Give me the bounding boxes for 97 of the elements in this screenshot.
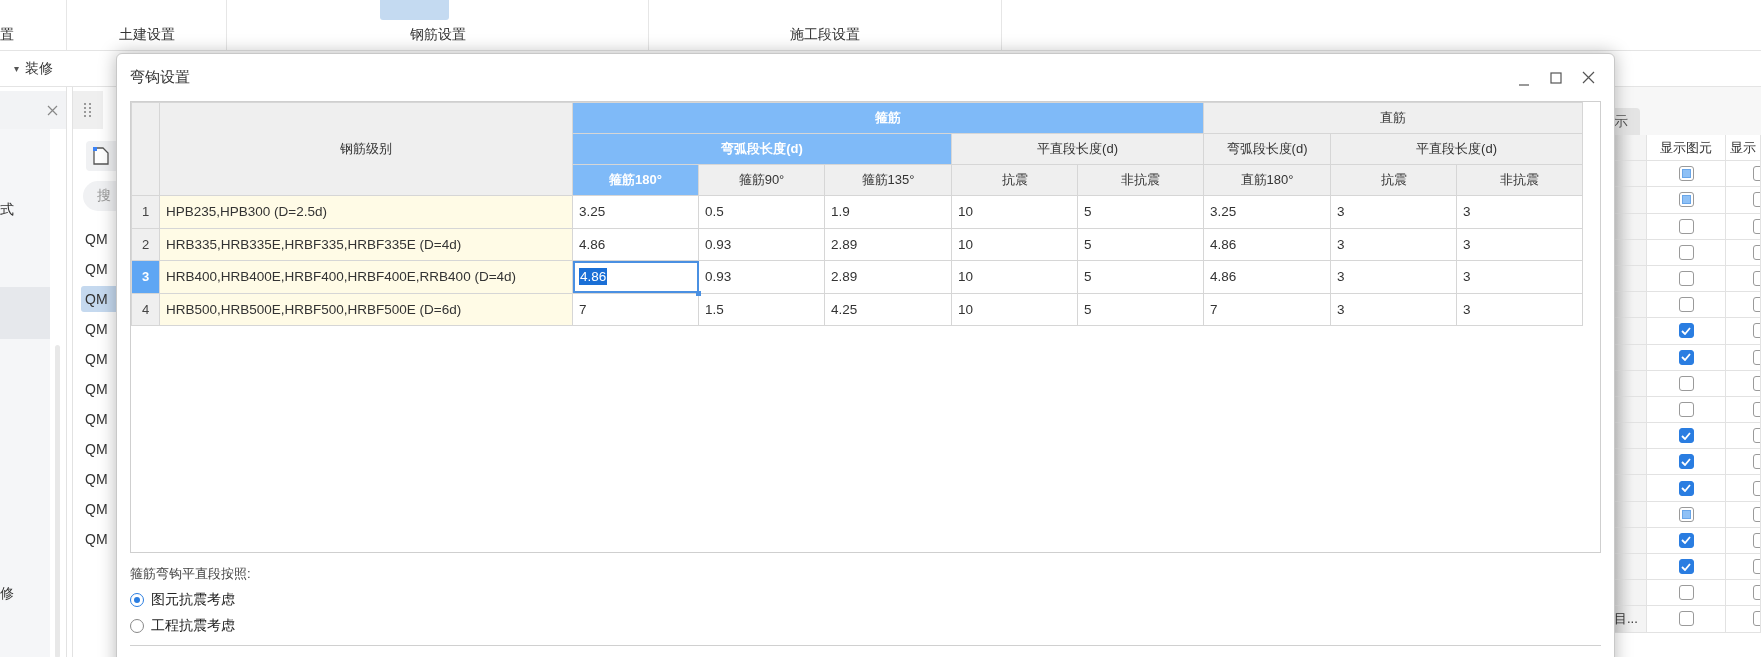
column-header[interactable]: 直筋180° — [1203, 164, 1331, 196]
toolbar-label[interactable]: 装修 — [25, 59, 54, 78]
checkbox[interactable] — [1678, 454, 1694, 470]
table-cell[interactable]: 10 — [951, 260, 1078, 293]
row-number[interactable]: 2 — [131, 228, 160, 261]
table-cell[interactable]: 2.89 — [824, 228, 952, 261]
column-header[interactable]: 抗震 — [951, 164, 1078, 196]
checkbox[interactable] — [1678, 297, 1694, 313]
checkbox[interactable] — [1678, 271, 1694, 287]
table-cell[interactable]: 5 — [1077, 228, 1204, 261]
table-cell[interactable]: 4.86 — [572, 260, 699, 293]
column-header: 显示图元 — [1647, 135, 1726, 162]
dialog-title: 弯钩设置 — [130, 68, 191, 87]
checkbox[interactable] — [1678, 401, 1694, 417]
table-cell[interactable]: 4.86 — [572, 228, 699, 261]
table-cell[interactable]: 3 — [1330, 228, 1457, 261]
table-cell[interactable]: 3 — [1330, 195, 1457, 228]
close-icon — [1581, 71, 1595, 84]
fill-handle[interactable] — [696, 290, 701, 296]
table-cell[interactable]: 7 — [1203, 293, 1331, 326]
table-cell: HPB235,HPB300 (D=2.5d) — [159, 195, 573, 228]
grip-icon — [84, 103, 92, 117]
dropdown-caret[interactable]: ▾ — [14, 63, 20, 74]
checkbox[interactable] — [1678, 218, 1694, 234]
table-cell[interactable]: 1.5 — [698, 293, 825, 326]
table-cell[interactable]: 1.9 — [824, 195, 952, 228]
table-cell[interactable]: 5 — [1077, 260, 1204, 293]
table-cell[interactable]: 3 — [1456, 228, 1583, 261]
table-cell[interactable]: 10 — [951, 228, 1078, 261]
checkbox[interactable] — [1678, 323, 1694, 339]
ribbon-group-label: 置 — [0, 26, 14, 44]
ribbon-highlight — [380, 0, 449, 20]
column-header[interactable]: 箍筋135° — [824, 164, 952, 196]
column-group-header: 弯弧段长度(d) — [572, 133, 952, 165]
table-cell[interactable]: 5 — [1077, 293, 1204, 326]
table-cell[interactable]: 4.86 — [1203, 228, 1331, 261]
table-cell[interactable]: 0.93 — [698, 228, 825, 261]
drag-handle[interactable] — [73, 91, 103, 129]
minimize-icon — [1518, 83, 1530, 86]
row-header-cell: 目... — [1614, 606, 1647, 633]
radio-option[interactable]: 图元抗震考虑 — [130, 591, 1601, 609]
tree-item[interactable]: 式 — [0, 195, 50, 223]
table-cell[interactable]: 10 — [951, 195, 1078, 228]
table-cell[interactable]: 5 — [1077, 195, 1204, 228]
ribbon-group-label: 钢筋设置 — [409, 26, 466, 44]
checkbox[interactable] — [1678, 428, 1694, 444]
row-header-cell — [1614, 135, 1647, 162]
column-header: 钢筋级别 — [159, 102, 573, 196]
tree-item[interactable]: 修 — [0, 579, 50, 607]
checkbox[interactable] — [1678, 349, 1694, 365]
table-cell: HRB335,HRB335E,HRBF335,HRBF335E (D=4d) — [159, 228, 573, 261]
checkbox[interactable] — [1678, 480, 1694, 496]
checkbox[interactable] — [1678, 506, 1694, 522]
column-header[interactable]: 箍筋90° — [698, 164, 825, 196]
checkbox[interactable] — [1678, 166, 1694, 182]
close-icon[interactable] — [47, 104, 58, 116]
table-cell[interactable]: 4.25 — [824, 293, 952, 326]
table-cell[interactable]: 0.5 — [698, 195, 825, 228]
checkbox[interactable] — [1678, 532, 1694, 548]
column-header[interactable]: 抗震 — [1330, 164, 1457, 196]
row-number[interactable]: 1 — [131, 195, 160, 228]
table-cell[interactable]: 3 — [1330, 260, 1457, 293]
column-group-header: 平直段长度(d) — [1330, 133, 1583, 165]
column-group-header: 直筋 — [1203, 102, 1583, 134]
option-label: 箍筋弯钩平直段按照: — [130, 565, 252, 583]
table-cell[interactable]: 7 — [572, 293, 699, 326]
table-cell[interactable]: 3.25 — [1203, 195, 1331, 228]
checkbox[interactable] — [1678, 192, 1694, 208]
table-cell: HRB400,HRB400E,HRBF400,HRBF400E,RRB400 (D=4d) — [159, 260, 573, 293]
tab[interactable]: 示 — [1614, 108, 1640, 135]
ribbon-group-label: 施工段设置 — [790, 26, 860, 44]
column-group-header: 弯弧段长度(d) — [1203, 133, 1331, 165]
checkbox[interactable] — [1678, 375, 1694, 391]
table-cell[interactable]: 0.93 — [698, 260, 825, 293]
table-cell[interactable]: 3 — [1330, 293, 1457, 326]
checkbox[interactable] — [1678, 559, 1694, 575]
radio-option[interactable]: 工程抗震考虑 — [130, 617, 1601, 635]
table-cell[interactable]: 3.25 — [572, 195, 699, 228]
table-cell[interactable]: 4.86 — [1203, 260, 1331, 293]
ribbon-group-label: 土建设置 — [118, 26, 175, 44]
table-cell: HRB500,HRB500E,HRBF500,HRBF500E (D=6d) — [159, 293, 573, 326]
maximize-icon — [1550, 71, 1562, 84]
table-cell[interactable]: 3 — [1456, 260, 1583, 293]
column-header[interactable]: 非抗震 — [1456, 164, 1583, 196]
table-cell[interactable]: 2.89 — [824, 260, 952, 293]
table-cell[interactable]: 3 — [1456, 293, 1583, 326]
column-group-header: 平直段长度(d) — [951, 133, 1204, 165]
file-icon — [92, 146, 110, 166]
row-number[interactable]: 4 — [131, 293, 160, 326]
table-cell[interactable]: 10 — [951, 293, 1078, 326]
column-header: 显示 — [1726, 135, 1761, 162]
table-cell[interactable]: 3 — [1456, 195, 1583, 228]
checkbox[interactable] — [1678, 611, 1694, 627]
column-group-header: 箍筋 — [572, 102, 1204, 134]
checkbox[interactable] — [1678, 585, 1694, 601]
column-header[interactable]: 非抗震 — [1077, 164, 1204, 196]
checkbox[interactable] — [1678, 244, 1694, 260]
